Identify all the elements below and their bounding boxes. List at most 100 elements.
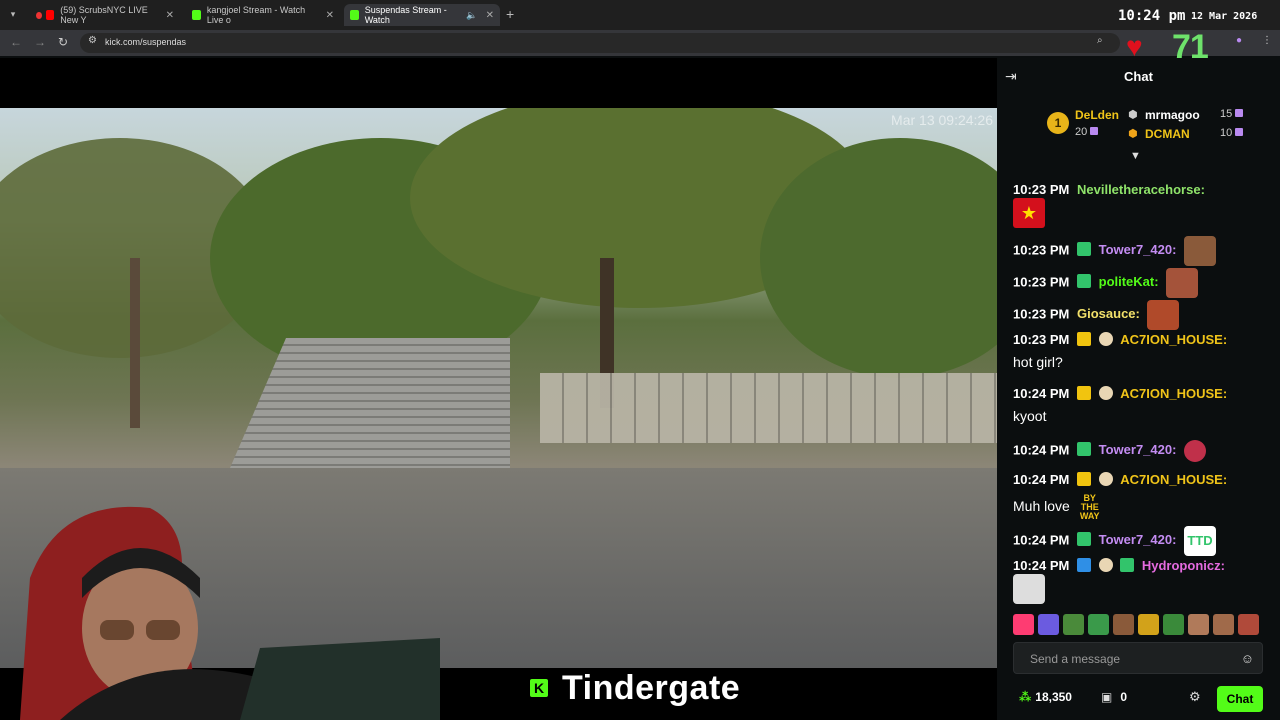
- chat-message-input[interactable]: Send a message ☺: [1013, 642, 1263, 674]
- subscriber-badge-icon: [1077, 242, 1091, 257]
- zoom-icon[interactable]: ⌕: [1097, 35, 1103, 46]
- stream-title-banner: K Tindergate: [530, 668, 740, 708]
- chat-message: 10:24 PM AC7ION_HOUSE:: [1013, 386, 1227, 401]
- pepe-cap-emote-icon[interactable]: [1088, 614, 1109, 635]
- heart-icon: ♥: [1126, 31, 1143, 62]
- inbox-count[interactable]: ▣ 0: [1101, 690, 1127, 704]
- profile-icon[interactable]: ●: [1236, 35, 1242, 46]
- message-username[interactable]: Nevilletheracehorse:: [1077, 182, 1205, 197]
- browser-menu-icon[interactable]: ⋮: [1262, 35, 1272, 46]
- chat-message: 10:23 PM AC7ION_HOUSE:: [1013, 332, 1227, 347]
- speaker-icon[interactable]: 🔈: [466, 10, 477, 21]
- message-time: 10:24 PM: [1013, 532, 1070, 548]
- kick-icon: [350, 10, 359, 20]
- leaderboard-count-3: 10: [1220, 127, 1244, 139]
- tinder-emote-icon[interactable]: [1013, 614, 1034, 635]
- inbox-value: 0: [1120, 690, 1128, 704]
- message-time: 10:23 PM: [1013, 242, 1070, 258]
- message-time: 10:23 PM: [1013, 182, 1070, 197]
- message-username[interactable]: Giosauce:: [1077, 306, 1140, 321]
- face-badge-icon: [1098, 558, 1113, 572]
- leaderboard-user-3[interactable]: DCMAN: [1145, 127, 1190, 141]
- message-text: Muh love BY THE WAY: [1013, 494, 1106, 521]
- youtube-icon: [45, 10, 55, 20]
- video-player[interactable]: Mar 13 09:24:26 K Tindergate: [0, 58, 997, 720]
- send-chat-button[interactable]: Chat: [1217, 686, 1263, 712]
- face-badge-icon: [1098, 332, 1113, 346]
- browser-tab-bar: ▾ (59) ScrubsNYC LIVE New Y ✕ kangjoel S…: [0, 0, 1280, 30]
- message-username[interactable]: Tower7_420:: [1099, 532, 1177, 547]
- message-text: hot girl?: [1013, 354, 1063, 370]
- message-username[interactable]: Tower7_420:: [1099, 242, 1177, 257]
- message-time: 10:24 PM: [1013, 472, 1070, 487]
- message-username[interactable]: politeKat:: [1099, 274, 1159, 289]
- chat-footer: ⁂ 18,350 ▣ 0 ⚙ Chat: [997, 686, 1280, 716]
- tab-kangjoel[interactable]: kangjoel Stream - Watch Live o ✕: [186, 4, 340, 26]
- tab-youtube[interactable]: (59) ScrubsNYC LIVE New Y ✕: [28, 4, 180, 26]
- tab-search-icon[interactable]: ▾: [6, 7, 20, 21]
- reload-icon[interactable]: ↻: [58, 35, 68, 49]
- subscriber-badge-icon: [1077, 532, 1091, 547]
- face-emote: [1147, 300, 1180, 330]
- close-tab-icon[interactable]: ✕: [326, 10, 334, 21]
- frog-emote-icon[interactable]: [1163, 614, 1184, 635]
- face-emote-icon[interactable]: [1188, 614, 1209, 635]
- leaderboard-count-1: 20: [1075, 126, 1099, 138]
- points-icon: ⁂: [1019, 690, 1032, 704]
- cat-emote-icon: [1013, 574, 1045, 604]
- face-emote-icon[interactable]: [1238, 614, 1259, 635]
- tab-label: Suspendas Stream - Watch: [364, 5, 447, 25]
- face-emote: [1184, 236, 1217, 266]
- pepe-emote-icon[interactable]: [1063, 614, 1084, 635]
- chat-message: 10:24 PM AC7ION_HOUSE:: [1013, 472, 1227, 487]
- address-bar: ← → ↻: [0, 30, 1280, 56]
- url-field[interactable]: [80, 33, 1120, 53]
- message-time: 10:23 PM: [1013, 274, 1070, 290]
- ttd-emote: TTD: [1184, 526, 1217, 556]
- leaderboard-count: 10: [1220, 127, 1233, 139]
- emote-bar: [1013, 614, 1259, 636]
- message-username[interactable]: Hydroponicz:: [1142, 558, 1225, 573]
- emoji-picker-icon[interactable]: ☺: [1241, 651, 1254, 666]
- new-tab-icon[interactable]: +: [506, 6, 514, 22]
- face-emote-icon[interactable]: [1213, 614, 1234, 635]
- flag-emote: ★: [1013, 198, 1045, 228]
- gift-icon: [1235, 109, 1244, 117]
- message-username[interactable]: AC7ION_HOUSE:: [1120, 332, 1227, 347]
- tab-suspendas[interactable]: Suspendas Stream - Watch 🔈 ✕: [344, 4, 500, 26]
- leaderboard-user-1[interactable]: DeLden: [1075, 108, 1119, 122]
- face-badge-icon: [1098, 472, 1113, 486]
- clock-time: 10:24 pm: [1118, 8, 1186, 24]
- chat-message: 10:23 PM Nevilletheracehorse:: [1013, 182, 1205, 197]
- back-icon[interactable]: ←: [10, 35, 22, 49]
- vietnam-flag-icon: ★: [1013, 198, 1045, 228]
- chat-message: 10:23 PM Giosauce:: [1013, 300, 1180, 330]
- chat-message: 10:24 PM Tower7_420:: [1013, 440, 1207, 462]
- site-info-icon[interactable]: ⚙: [88, 35, 97, 46]
- subscriber-badge-icon: [1120, 558, 1135, 572]
- chat-panel: ⇥ Chat 1 DeLden 20 ⬢ mrmagoo 15 ⬢ DCMAN …: [997, 58, 1280, 720]
- message-username[interactable]: AC7ION_HOUSE:: [1120, 472, 1227, 487]
- message-username[interactable]: AC7ION_HOUSE:: [1120, 386, 1227, 401]
- points-value: 18,350: [1035, 690, 1072, 704]
- chat-input-placeholder: Send a message: [1030, 652, 1121, 666]
- chat-settings-icon[interactable]: ⚙: [1189, 689, 1201, 705]
- close-tab-icon[interactable]: ✕: [486, 10, 494, 21]
- w-emote-icon[interactable]: [1038, 614, 1059, 635]
- face-emote: [1166, 268, 1199, 298]
- chat-title: Chat: [1124, 69, 1153, 84]
- gift-icon: [1090, 127, 1099, 135]
- forward-icon[interactable]: →: [34, 35, 46, 49]
- close-tab-icon[interactable]: ✕: [166, 10, 174, 21]
- channel-points[interactable]: ⁂ 18,350: [1019, 690, 1072, 704]
- chat-message: 10:24 PM Tower7_420: TTD: [1013, 526, 1217, 556]
- dance-emote-icon[interactable]: [1113, 614, 1134, 635]
- url-text[interactable]: kick.com/suspendas: [105, 37, 186, 47]
- message-username[interactable]: Tower7_420:: [1099, 442, 1177, 457]
- clock-date: 12 Mar 2026: [1191, 11, 1258, 22]
- leaderboard-user-2[interactable]: mrmagoo: [1145, 108, 1200, 122]
- moderator-badge-icon: [1077, 558, 1091, 572]
- message-time: 10:24 PM: [1013, 442, 1070, 458]
- dots-emote-icon[interactable]: [1138, 614, 1159, 635]
- audio-recording-icon: [36, 11, 42, 19]
